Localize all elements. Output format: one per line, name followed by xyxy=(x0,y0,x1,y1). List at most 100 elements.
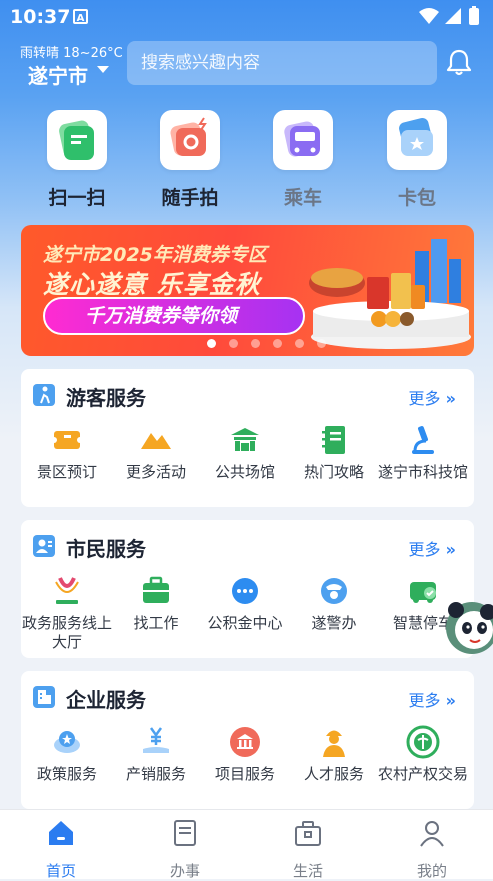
document-icon xyxy=(174,820,196,846)
service-label: 公共场馆 xyxy=(214,463,275,481)
more-link[interactable]: 更多 » xyxy=(409,536,456,560)
status-icons xyxy=(419,6,479,25)
chevron-double-right-icon: » xyxy=(445,691,456,710)
service-find-job[interactable]: 找工作 xyxy=(111,574,201,633)
chevron-double-right-icon: » xyxy=(445,389,456,408)
nav-life[interactable]: 生活 xyxy=(263,818,353,881)
bell-icon[interactable] xyxy=(446,48,472,76)
signal-icon xyxy=(445,8,461,24)
banner-coupon-button[interactable]: 千万消费券等你领 xyxy=(43,297,305,335)
quick-action-camera[interactable]: 随手拍 xyxy=(159,110,221,210)
bus-icon xyxy=(273,110,333,170)
service-scenic-booking[interactable]: 景区预订 xyxy=(22,423,112,482)
more-link[interactable]: 更多 » xyxy=(409,687,456,711)
panda-mascot-icon[interactable] xyxy=(442,588,493,668)
service-more-activities[interactable]: 更多活动 xyxy=(111,423,201,482)
service-rural-property[interactable]: 农村产权交易 xyxy=(378,725,468,784)
policy-cloud-icon xyxy=(50,725,84,759)
service-label: 政策服务 xyxy=(36,765,97,783)
tourist-icon xyxy=(33,384,55,406)
service-policy[interactable]: 政策服务 xyxy=(22,725,112,784)
section-enterprise-services: 企业服务 更多 » 政策服务 产销服务 项目服务 人才服务 农村产权交易 xyxy=(21,671,474,809)
banner-pagination xyxy=(207,333,339,352)
service-public-venues[interactable]: 公共场馆 xyxy=(200,423,290,482)
city-selector[interactable]: 遂宁市 xyxy=(28,60,88,89)
service-label: 公积金中心 xyxy=(207,614,283,632)
wifi-icon xyxy=(419,8,439,24)
nav-profile[interactable]: 我的 xyxy=(387,818,477,881)
bag-icon xyxy=(295,821,321,846)
service-label: 遂警办 xyxy=(311,614,357,632)
section-tourist-services: 游客服务 更多 » 景区预订 更多活动 公共场馆 热门攻略 遂宁市科技馆 xyxy=(21,369,474,507)
scan-icon xyxy=(47,110,107,170)
citizen-icon xyxy=(33,535,55,557)
more-label: 更多 xyxy=(408,540,441,559)
service-label: 找工作 xyxy=(133,614,179,632)
quick-action-label: 乘车 xyxy=(283,187,322,209)
farm-logo-icon xyxy=(406,725,440,759)
service-production-sales[interactable]: 产销服务 xyxy=(111,725,201,784)
worker-icon xyxy=(317,725,351,759)
service-talent[interactable]: 人才服务 xyxy=(289,725,379,784)
gov-logo-icon xyxy=(50,574,84,608)
ticket-icon xyxy=(50,423,84,457)
section-title: 游客服务 xyxy=(66,386,146,410)
nav-home[interactable]: 首页 xyxy=(16,818,106,881)
banner-slogan: 遂心遂意 乐享金秋 xyxy=(43,270,261,299)
service-label: 政务服务线上大厅 xyxy=(22,614,113,651)
service-label: 遂宁市科技馆 xyxy=(378,463,469,481)
section-title: 市民服务 xyxy=(66,537,146,561)
quick-action-scan[interactable]: 扫一扫 xyxy=(46,110,108,210)
card-wallet-icon xyxy=(387,110,447,170)
police-icon xyxy=(317,574,351,608)
quick-action-bus[interactable]: 乘车 xyxy=(272,110,334,210)
service-travel-guides[interactable]: 热门攻略 xyxy=(289,423,379,482)
section-citizen-services: 市民服务 更多 » 政务服务线上大厅 找工作 公积金中心 遂警办 智慧停车 xyxy=(21,520,474,658)
home-icon xyxy=(49,821,73,845)
service-police[interactable]: 遂警办 xyxy=(289,574,379,633)
service-label: 农村产权交易 xyxy=(378,765,469,783)
mountain-icon xyxy=(139,423,173,457)
service-label: 景区预订 xyxy=(36,463,97,481)
nav-affairs[interactable]: 办事 xyxy=(140,818,230,881)
microscope-icon xyxy=(406,423,440,457)
chevron-down-icon[interactable] xyxy=(97,66,109,73)
service-label: 更多活动 xyxy=(125,463,186,481)
notebook-icon xyxy=(317,423,351,457)
service-housing-fund[interactable]: 公积金中心 xyxy=(200,574,290,633)
quick-action-label: 卡包 xyxy=(397,187,436,209)
pagination-dot[interactable] xyxy=(273,339,282,348)
pagination-dot[interactable] xyxy=(207,339,216,348)
gate-icon xyxy=(228,423,262,457)
banner-title: 遂宁市2025年消费券专区 xyxy=(43,244,267,266)
promo-banner[interactable]: 遂宁市2025年消费券专区 遂心遂意 乐享金秋 千万消费券等你领 xyxy=(21,225,474,356)
pagination-dot[interactable] xyxy=(317,339,326,348)
service-label: 人才服务 xyxy=(303,765,364,783)
bank-icon xyxy=(228,725,262,759)
more-label: 更多 xyxy=(408,691,441,710)
service-gov-online-hall[interactable]: 政务服务线上大厅 xyxy=(22,574,112,652)
service-science-museum[interactable]: 遂宁市科技馆 xyxy=(378,423,468,482)
pagination-dot[interactable] xyxy=(295,339,304,348)
quick-action-label: 随手拍 xyxy=(161,187,219,209)
search-input[interactable]: 搜索感兴趣内容 xyxy=(127,41,437,85)
chat-dots-icon xyxy=(228,574,262,608)
enterprise-icon xyxy=(33,686,55,708)
service-label: 产销服务 xyxy=(125,765,186,783)
service-project[interactable]: 项目服务 xyxy=(200,725,290,784)
chevron-double-right-icon: » xyxy=(445,540,456,559)
more-label: 更多 xyxy=(408,389,441,408)
service-label: 热门攻略 xyxy=(303,463,364,481)
notification-icon: A xyxy=(73,9,88,24)
more-link[interactable]: 更多 » xyxy=(409,385,456,409)
pagination-dot[interactable] xyxy=(251,339,260,348)
user-icon xyxy=(420,821,444,847)
camera-icon xyxy=(160,110,220,170)
status-time: 10:37 xyxy=(10,6,71,28)
quick-action-wallet[interactable]: 卡包 xyxy=(386,110,448,210)
yen-hand-icon xyxy=(139,725,173,759)
pagination-dot[interactable] xyxy=(229,339,238,348)
parking-icon xyxy=(406,574,440,608)
service-label: 项目服务 xyxy=(214,765,275,783)
weather-text: 雨转晴 18~26°C xyxy=(20,46,123,61)
